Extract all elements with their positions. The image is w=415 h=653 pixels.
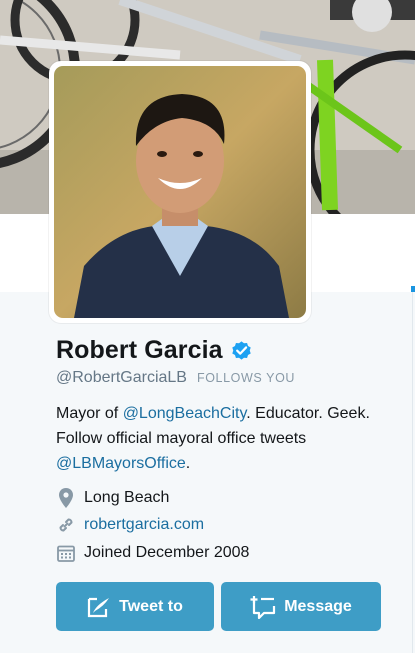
bio-text: .: [185, 455, 191, 472]
profile-bio: Mayor of @LongBeachCity. Educator. Geek.…: [56, 401, 386, 476]
profile-handle[interactable]: @RobertGarciaLB: [56, 369, 187, 387]
joined-text: Joined December 2008: [84, 544, 250, 561]
follows-you-badge: FOLLOWS YOU: [196, 371, 296, 385]
profile-avatar[interactable]: [49, 61, 311, 323]
bio-mention-longbeachcity[interactable]: @LongBeachCity: [123, 405, 247, 422]
map-pin-icon: [56, 488, 76, 508]
profile-website: robertgarcia.com: [56, 515, 204, 535]
column-divider: [412, 292, 413, 653]
calendar-icon: [56, 543, 76, 563]
new-message-icon: [250, 595, 276, 619]
tweet-to-label: Tweet to: [119, 597, 183, 615]
profile-joined: Joined December 2008: [56, 543, 249, 563]
profile-location: Long Beach: [56, 488, 169, 508]
message-button[interactable]: Message: [221, 582, 381, 631]
verified-badge-icon: [230, 339, 253, 362]
link-icon: [56, 515, 76, 535]
tweet-to-button[interactable]: Tweet to: [56, 582, 214, 631]
bio-mention-lbmayorsoffice[interactable]: @LBMayorsOffice: [56, 455, 186, 472]
message-label: Message: [284, 597, 352, 615]
location-text: Long Beach: [84, 489, 170, 506]
profile-name[interactable]: Robert Garcia: [56, 336, 223, 365]
bio-text: Mayor of: [56, 405, 123, 422]
compose-icon: [87, 596, 111, 618]
avatar-photo: [54, 66, 306, 318]
website-link[interactable]: robertgarcia.com: [84, 516, 204, 534]
